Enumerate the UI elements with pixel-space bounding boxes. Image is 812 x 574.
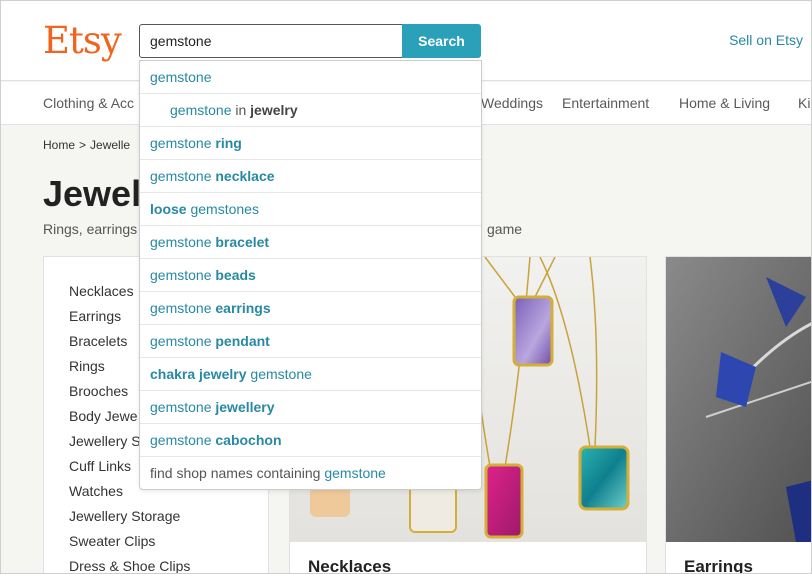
search-button[interactable]: Search	[402, 24, 481, 58]
suggestion-text: gemstone	[150, 135, 216, 151]
suggestion-bold: pendant	[215, 333, 270, 349]
category-card-earrings[interactable]: Earrings	[665, 256, 811, 574]
nav-item-clothing[interactable]: Clothing & Acc	[43, 95, 134, 111]
suggestion-item[interactable]: gemstone beads	[140, 259, 481, 292]
suggestion-item-in-category[interactable]: gemstone in jewelry	[140, 94, 481, 127]
page-frame: Etsy gemstone Search Sell on Etsy Clothi…	[0, 0, 812, 574]
suggestion-item[interactable]: gemstone bracelet	[140, 226, 481, 259]
suggestion-text: gemstone	[170, 102, 232, 118]
sidebar-item-dress-shoe-clips[interactable]: Dress & Shoe Clips	[69, 554, 190, 573]
find-shop-prefix: find shop names containing	[150, 465, 325, 481]
search-suggestions-dropdown: gemstone gemstone in jewelry gemstone ri…	[139, 60, 482, 490]
suggestion-in-word: in	[231, 102, 251, 118]
suggestion-text: gemstone	[150, 267, 216, 283]
breadcrumb-home[interactable]: Home	[43, 138, 75, 152]
suggestion-text: gemstone	[150, 300, 216, 316]
sidebar-item-jewellery-storage[interactable]: Jewellery Storage	[69, 504, 190, 529]
breadcrumb: Home > Jewelle	[43, 138, 130, 152]
suggestion-item[interactable]: gemstone	[140, 61, 481, 94]
page-subtitle-end: game	[487, 221, 523, 237]
suggestion-bold: ring	[215, 135, 242, 151]
suggestion-text: gemstone	[150, 69, 212, 85]
suggestion-bold: bracelet	[215, 234, 270, 250]
earrings-photo	[666, 257, 811, 542]
suggestion-bold: jewellery	[215, 399, 275, 415]
suggestion-bold: loose	[150, 201, 187, 217]
suggestion-text: gemstone	[246, 366, 312, 382]
suggestion-bold: earrings	[215, 300, 271, 316]
etsy-logo[interactable]: Etsy	[43, 19, 122, 63]
suggestion-text: gemstone	[150, 333, 216, 349]
suggestion-item[interactable]: gemstone ring	[140, 127, 481, 160]
find-shop-query: gemstone	[324, 465, 386, 481]
suggestion-item[interactable]: gemstone jewellery	[140, 391, 481, 424]
nav-item-entertainment[interactable]: Entertainment	[562, 95, 649, 111]
breadcrumb-current[interactable]: Jewelle	[90, 138, 130, 152]
card-label-necklaces: Necklaces	[308, 557, 392, 574]
suggestion-text: gemstones	[186, 201, 259, 217]
nav-item-kids[interactable]: Ki	[798, 95, 810, 111]
suggestion-item[interactable]: chakra jewelry gemstone	[140, 358, 481, 391]
suggestion-item[interactable]: gemstone earrings	[140, 292, 481, 325]
suggestion-item[interactable]: gemstone cabochon	[140, 424, 481, 457]
suggestion-item[interactable]: gemstone necklace	[140, 160, 481, 193]
card-label-earrings: Earrings	[684, 557, 753, 574]
page-title: Jewel	[43, 173, 142, 214]
nav-item-home-living[interactable]: Home & Living	[679, 95, 770, 111]
suggestion-text: gemstone	[150, 168, 216, 184]
page-subtitle: Rings, earrings	[43, 221, 138, 237]
suggestion-text: gemstone	[150, 432, 216, 448]
suggestion-bold: cabochon	[215, 432, 282, 448]
suggestion-item[interactable]: gemstone pendant	[140, 325, 481, 358]
suggestion-bold: beads	[215, 267, 256, 283]
sidebar-item-sweater-clips[interactable]: Sweater Clips	[69, 529, 190, 554]
nav-item-weddings[interactable]: Weddings	[481, 95, 543, 111]
search-input[interactable]: gemstone	[139, 24, 403, 58]
suggestion-find-shop[interactable]: find shop names containing gemstone	[140, 457, 481, 490]
suggestion-item[interactable]: loose gemstones	[140, 193, 481, 226]
breadcrumb-separator: >	[79, 138, 87, 152]
suggestion-text: gemstone	[150, 234, 216, 250]
suggestion-text: gemstone	[150, 399, 216, 415]
suggestion-bold: chakra jewelry	[150, 366, 247, 382]
sell-on-etsy-link[interactable]: Sell on Etsy	[729, 32, 803, 48]
suggestion-category: jewelry	[250, 102, 298, 118]
suggestion-bold: necklace	[215, 168, 275, 184]
